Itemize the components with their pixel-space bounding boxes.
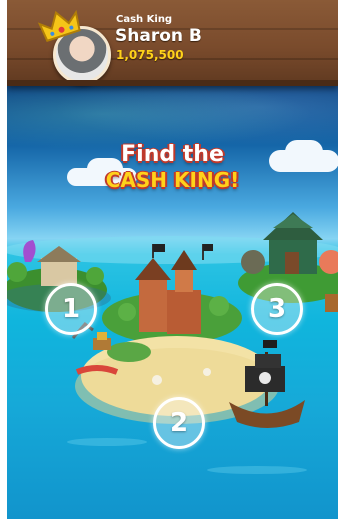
marker-island-3[interactable]: 3: [251, 283, 303, 335]
game-screen: Find the CASH KING! 1 2 3 Cash King Shar…: [7, 0, 338, 519]
profile-banner: Cash King Sharon B 1,075,500: [7, 0, 338, 86]
marker-island-1[interactable]: 1: [45, 283, 97, 335]
title-line-2: CASH KING!: [105, 168, 240, 192]
marker-island-2[interactable]: 2: [153, 397, 205, 449]
profile-name: Sharon B: [115, 26, 202, 46]
title-line-1: Find the: [121, 142, 224, 167]
marker-2-label: 2: [169, 408, 189, 438]
marker-1-label: 1: [61, 294, 81, 324]
marker-3-label: 3: [267, 294, 287, 324]
profile-title: Cash King: [116, 14, 173, 25]
coin-balance: 1,075,500: [116, 48, 184, 62]
